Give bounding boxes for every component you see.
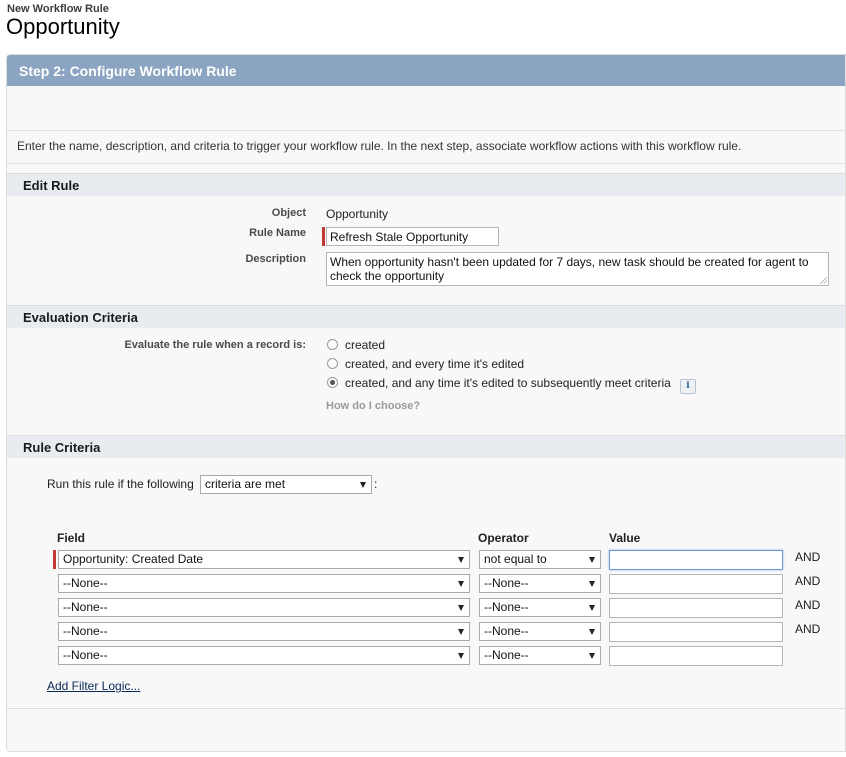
description-text: When opportunity hasn't been updated for… [330,255,809,283]
radio-created-meet-criteria-label[interactable]: created, and any time it's edited to sub… [345,376,671,390]
chevron-down-icon [458,629,464,635]
operator-select-1[interactable]: not equal to [479,550,601,569]
workflow-panel: Step 2: Configure Workflow Rule Enter th… [6,54,846,752]
chevron-down-icon [589,557,595,563]
edit-rule-section: Edit Rule [7,173,845,196]
chevron-down-icon [360,482,366,488]
add-filter-logic-link[interactable]: Add Filter Logic... [47,679,140,693]
evaluation-section: Evaluation Criteria [7,305,845,328]
operator-value: --None-- [484,624,529,638]
radio-created-every-edit-label[interactable]: created, and every time it's edited [345,357,524,371]
page-title: Opportunity [6,14,120,39]
operator-value: --None-- [484,648,529,662]
chevron-down-icon [589,653,595,659]
criteria-select[interactable]: criteria are met [200,475,372,494]
field-select-3[interactable]: --None-- [58,598,470,617]
operator-value: --None-- [484,576,529,590]
field-value: Opportunity: Created Date [63,552,204,566]
info-icon[interactable]: i [680,379,696,394]
field-value: --None-- [63,648,108,662]
step-title: Step 2: Configure Workflow Rule [19,63,237,79]
and-label-4: AND [795,622,821,636]
chevron-down-icon [458,605,464,611]
rule-name-label: Rule Name [249,227,306,239]
field-value: --None-- [63,576,108,590]
evaluate-prompt: Evaluate the rule when a record is: [124,339,306,351]
field-select-2[interactable]: --None-- [58,574,470,593]
evaluation-heading: Evaluation Criteria [23,310,138,325]
field-value: --None-- [63,624,108,638]
value-input-1[interactable] [609,550,783,570]
field-select-5[interactable]: --None-- [58,646,470,665]
value-input-2[interactable] [609,574,783,594]
operator-select-5[interactable]: --None-- [479,646,601,665]
value-input-3[interactable] [609,598,783,618]
radio-created[interactable] [327,339,338,350]
operator-select-2[interactable]: --None-- [479,574,601,593]
step-header: Step 2: Configure Workflow Rule [7,55,845,86]
and-label-1: AND [795,550,821,564]
run-rule-text: Run this rule if the following [47,477,194,491]
operator-select-3[interactable]: --None-- [479,598,601,617]
criteria-select-value: criteria are met [205,477,286,491]
intro-text: Enter the name, description, and criteri… [17,139,742,153]
and-label-3: AND [795,598,821,612]
divider [7,163,845,164]
rule-criteria-heading: Rule Criteria [23,440,101,455]
chevron-down-icon [458,653,464,659]
value-input-5[interactable] [609,646,783,666]
chevron-down-icon [589,581,595,587]
chevron-down-icon [589,629,595,635]
button-strip [7,86,845,131]
operator-select-4[interactable]: --None-- [479,622,601,641]
resize-handle[interactable] [820,277,827,284]
object-value: Opportunity [326,207,389,221]
field-value: --None-- [63,600,108,614]
rule-criteria-section: Rule Criteria [7,435,845,458]
field-select-1[interactable]: Opportunity: Created Date [58,550,470,569]
run-rule-suffix: : [374,477,378,491]
operator-value: not equal to [484,552,547,566]
rule-name-input[interactable]: Refresh Stale Opportunity [326,227,499,246]
chevron-down-icon [458,581,464,587]
radio-created-meet-criteria[interactable] [327,377,338,388]
how-do-i-choose-link[interactable]: How do I choose? [326,400,420,412]
required-indicator [322,227,325,246]
chevron-down-icon [589,605,595,611]
edit-rule-heading: Edit Rule [23,178,80,193]
divider [7,708,845,709]
col-value: Value [609,531,641,545]
field-select-4[interactable]: --None-- [58,622,470,641]
required-indicator [53,550,56,569]
chevron-down-icon [458,557,464,563]
description-label: Description [245,253,306,265]
value-input-4[interactable] [609,622,783,642]
col-operator: Operator [478,531,529,545]
col-field: Field [57,531,86,545]
object-label: Object [271,207,306,219]
radio-created-label[interactable]: created [345,338,385,352]
operator-value: --None-- [484,600,529,614]
description-textarea[interactable]: When opportunity hasn't been updated for… [326,252,829,286]
radio-created-every-edit[interactable] [327,358,338,369]
and-label-2: AND [795,574,821,588]
